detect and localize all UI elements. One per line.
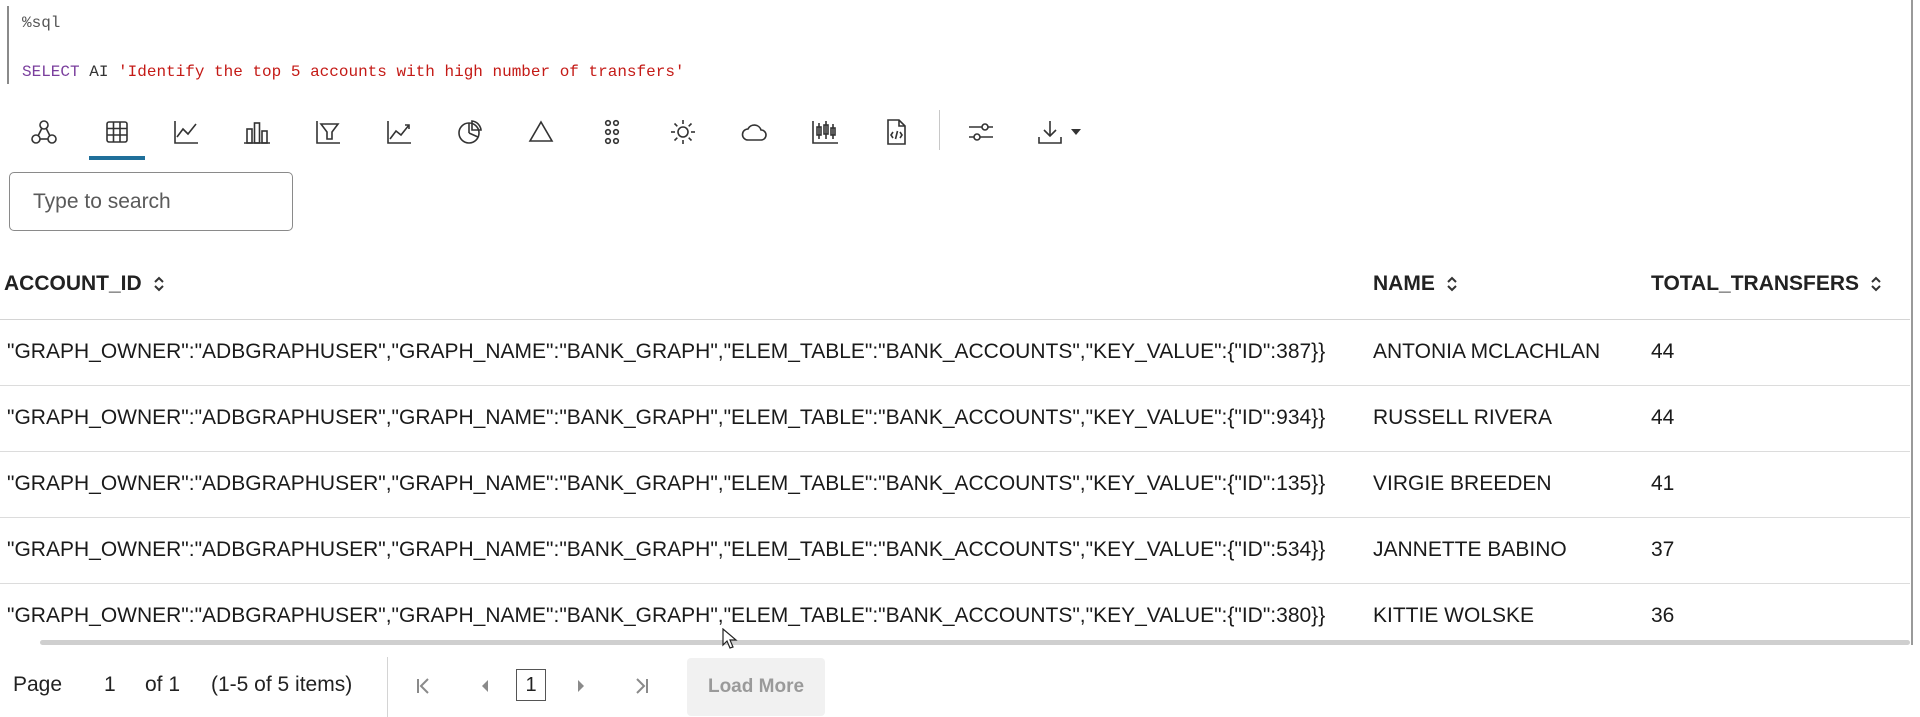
settings-sliders-icon [969, 123, 993, 141]
next-page-button[interactable] [566, 671, 596, 701]
name-cell: VIRGIE BREEDEN [1373, 472, 1552, 495]
toolbar-divider [939, 110, 940, 150]
funnel-chart-button[interactable] [298, 104, 358, 160]
chevron-down-icon [1071, 129, 1081, 135]
pyramid-chart-button[interactable] [511, 104, 571, 160]
sql-editor[interactable]: %sql SELECT AI 'Identify the top 5 accou… [0, 0, 1920, 88]
total-transfers-cell: 44 [1651, 406, 1675, 429]
word-cloud-button[interactable] [724, 104, 784, 160]
account-id-cell: "GRAPH_OWNER":"ADBGRAPHUSER","GRAPH_NAME… [7, 406, 1326, 429]
table-row[interactable]: "GRAPH_OWNER":"ADBGRAPHUSER","GRAPH_NAME… [0, 518, 1910, 584]
vertical-scrollbar[interactable] [1911, 0, 1913, 645]
sql-prompt-string: 'Identify the top 5 accounts with high n… [118, 63, 685, 81]
column-header-label: ACCOUNT_ID [4, 272, 142, 295]
download-button[interactable] [1024, 104, 1094, 160]
column-header-account-id[interactable]: ACCOUNT_ID [4, 272, 166, 296]
next-page-icon [578, 680, 584, 692]
previous-page-icon [482, 680, 488, 692]
pyramid-icon [528, 120, 554, 142]
download-icon [1038, 121, 1062, 144]
code-file-icon [887, 119, 906, 145]
code-line-query: SELECT AI 'Identify the top 5 accounts w… [22, 63, 685, 81]
table-row[interactable]: "GRAPH_OWNER":"ADBGRAPHUSER","GRAPH_NAME… [0, 386, 1910, 452]
account-id-cell: "GRAPH_OWNER":"ADBGRAPHUSER","GRAPH_NAME… [7, 538, 1326, 561]
name-cell: KITTIE WOLSKE [1373, 604, 1535, 627]
graph-view-button[interactable] [14, 104, 74, 160]
bar-chart-button[interactable] [227, 104, 287, 160]
cloud-icon [741, 124, 767, 141]
code-view-button[interactable] [866, 104, 926, 160]
sort-icon[interactable] [1869, 274, 1883, 294]
funnel-chart-icon [316, 121, 340, 144]
line-chart-button[interactable] [156, 104, 216, 160]
account-id-cell: "GRAPH_OWNER":"ADBGRAPHUSER","GRAPH_NAME… [7, 340, 1326, 363]
column-header-name[interactable]: NAME [1373, 272, 1459, 296]
pagination-divider [387, 657, 388, 717]
table-header-row: ACCOUNT_ID NAME TOTAL_TRANSFERS [0, 250, 1910, 320]
column-header-label: TOTAL_TRANSFERS [1651, 272, 1860, 295]
items-count-label: (1-5 of 5 items) [211, 673, 353, 696]
sunburst-icon [671, 120, 695, 144]
name-cell: RUSSELL RIVERA [1373, 406, 1552, 429]
column-header-label: NAME [1373, 272, 1435, 295]
table-row[interactable]: "GRAPH_OWNER":"ADBGRAPHUSER","GRAPH_NAME… [0, 320, 1910, 386]
sunburst-chart-button[interactable] [653, 104, 713, 160]
graph-icon [31, 120, 57, 144]
table-icon [106, 121, 128, 143]
search-input[interactable] [9, 172, 293, 231]
visualization-toolbar [0, 104, 1200, 160]
account-id-cell: "GRAPH_OWNER":"ADBGRAPHUSER","GRAPH_NAME… [7, 604, 1326, 627]
total-transfers-cell: 37 [1651, 538, 1675, 561]
previous-page-button[interactable] [470, 671, 500, 701]
bar-chart-icon [244, 122, 270, 144]
line-chart-icon [174, 121, 198, 144]
name-cell: ANTONIA MCLACHLAN [1373, 340, 1601, 363]
current-page-box[interactable]: 1 [516, 669, 546, 701]
pie-chart-icon [458, 120, 482, 144]
pagination-bar: Page 1 of 1 (1-5 of 5 items) 1 Load More [0, 653, 1000, 717]
settings-button[interactable] [951, 104, 1011, 160]
boxplot-chart-button[interactable] [795, 104, 855, 160]
first-page-button[interactable] [409, 671, 439, 701]
editor-gutter-bar [7, 6, 9, 84]
page-number-input[interactable]: 1 [104, 673, 116, 697]
sort-icon[interactable] [1445, 274, 1459, 294]
total-transfers-cell: 44 [1651, 340, 1675, 363]
sql-keyword-ai: AI [89, 63, 109, 81]
sql-keyword-select: SELECT [22, 63, 80, 81]
column-header-total-transfers[interactable]: TOTAL_TRANSFERS [1651, 272, 1883, 296]
code-line-magic: %sql [22, 14, 61, 32]
name-cell: JANNETTE BABINO [1373, 538, 1567, 561]
load-more-button[interactable]: Load More [687, 658, 825, 716]
total-transfers-cell: 41 [1651, 472, 1675, 495]
boxplot-icon [812, 121, 838, 144]
first-page-icon [417, 678, 429, 694]
pie-chart-button[interactable] [440, 104, 500, 160]
scatter-icon [604, 119, 620, 145]
total-transfers-cell: 36 [1651, 604, 1675, 627]
last-page-button[interactable] [626, 671, 656, 701]
table-row[interactable]: "GRAPH_OWNER":"ADBGRAPHUSER","GRAPH_NAME… [0, 452, 1910, 518]
account-id-cell: "GRAPH_OWNER":"ADBGRAPHUSER","GRAPH_NAME… [7, 472, 1326, 495]
mouse-cursor-icon [722, 628, 738, 649]
page-label: Page [13, 673, 63, 696]
horizontal-scrollbar[interactable] [40, 640, 1910, 645]
sort-icon[interactable] [152, 274, 166, 294]
last-page-icon [636, 678, 648, 694]
page-count-label: of 1 [145, 673, 181, 696]
table-view-button[interactable] [87, 104, 147, 160]
area-chart-button[interactable] [369, 104, 429, 160]
scatter-chart-button[interactable] [582, 104, 642, 160]
area-chart-icon [387, 121, 411, 144]
